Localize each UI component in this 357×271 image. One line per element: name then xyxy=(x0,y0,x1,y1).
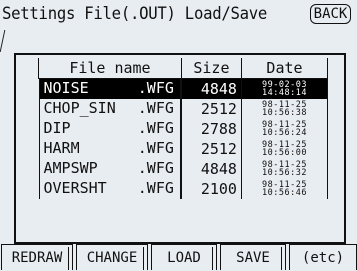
file-ext: .WFG xyxy=(137,179,174,197)
file-size: 2512 xyxy=(180,99,242,119)
file-list-panel: File name Size Date NOISE .WFG 4848 99-02… xyxy=(14,53,346,244)
file-name: DIP xyxy=(43,119,71,137)
file-date-cell: 99-02-03 14:48:14 xyxy=(240,78,329,99)
instrument-screen: Settings File(.OUT) Load/Save BACK File … xyxy=(0,0,357,270)
column-header-size: Size xyxy=(180,58,242,79)
table-row[interactable]: DIP .WFG 2788 98-11-25 10:56:24 xyxy=(38,119,329,139)
file-name: NOISE xyxy=(43,79,89,97)
file-size: 2100 xyxy=(180,179,242,199)
table-row[interactable]: CHOP_SIN .WFG 2512 98-11-25 10:56:38 xyxy=(38,99,329,119)
file-time: 10:56:38 xyxy=(262,108,307,118)
file-name-cell: HARM .WFG xyxy=(38,139,181,159)
file-time: 10:56:00 xyxy=(262,148,307,158)
file-time: 10:56:24 xyxy=(262,128,307,138)
file-date-cell: 98-11-25 10:56:00 xyxy=(240,139,329,159)
file-name-cell: NOISE .WFG xyxy=(38,79,181,99)
change-softkey[interactable]: CHANGE xyxy=(76,244,148,270)
file-time: 10:56:32 xyxy=(262,168,307,178)
file-size: 4848 xyxy=(180,78,242,99)
title-divider xyxy=(0,30,9,52)
redraw-softkey[interactable]: REDRAW xyxy=(1,244,73,270)
file-name: HARM xyxy=(43,139,80,157)
load-softkey[interactable]: LOAD xyxy=(151,244,217,270)
file-name-cell: DIP .WFG xyxy=(38,119,181,139)
table-row[interactable]: OVERSHT .WFG 2100 98-11-25 10:56:46 xyxy=(38,179,329,199)
column-header-date: Date xyxy=(240,58,329,79)
file-ext: .WFG xyxy=(137,119,174,137)
file-name: AMPSWP xyxy=(43,159,98,177)
table-header-row: File name Size Date xyxy=(38,58,329,79)
table-row[interactable]: NOISE .WFG 4848 99-02-03 14:48:14 xyxy=(38,78,329,99)
file-date-cell: 98-11-25 10:56:38 xyxy=(240,99,329,119)
file-date-cell: 98-11-25 10:56:46 xyxy=(240,179,329,199)
back-button[interactable]: BACK xyxy=(310,4,351,24)
file-name-cell: OVERSHT .WFG xyxy=(38,179,181,199)
file-name: CHOP_SIN xyxy=(43,99,116,117)
file-table: File name Size Date NOISE .WFG 4848 99-02… xyxy=(38,58,329,199)
file-size: 2512 xyxy=(180,139,242,159)
page-title: Settings File(.OUT) Load/Save xyxy=(2,4,268,24)
file-time: 14:48:14 xyxy=(262,88,307,98)
file-name-cell: CHOP_SIN .WFG xyxy=(38,99,181,119)
file-size: 4848 xyxy=(180,159,242,179)
file-time: 10:56:46 xyxy=(262,188,307,198)
table-row[interactable]: AMPSWP .WFG 4848 98-11-25 10:56:32 xyxy=(38,159,329,179)
file-size: 2788 xyxy=(180,119,242,139)
column-header-file-name: File name xyxy=(38,58,182,79)
file-ext: .WFG xyxy=(137,139,174,157)
table-row[interactable]: HARM .WFG 2512 98-11-25 10:56:00 xyxy=(38,139,329,159)
file-date-cell: 98-11-25 10:56:32 xyxy=(240,159,329,179)
file-name: OVERSHT xyxy=(43,179,107,197)
file-ext: .WFG xyxy=(137,159,174,177)
file-name-cell: AMPSWP .WFG xyxy=(38,159,181,179)
file-date-cell: 98-11-25 10:56:24 xyxy=(240,119,329,139)
file-ext: .WFG xyxy=(137,99,174,117)
softkey-bar: REDRAW CHANGE LOAD SAVE (etc) xyxy=(0,244,357,270)
etc-softkey[interactable]: (etc) xyxy=(289,244,357,270)
file-ext: .WFG xyxy=(137,79,174,97)
save-softkey[interactable]: SAVE xyxy=(220,244,286,270)
